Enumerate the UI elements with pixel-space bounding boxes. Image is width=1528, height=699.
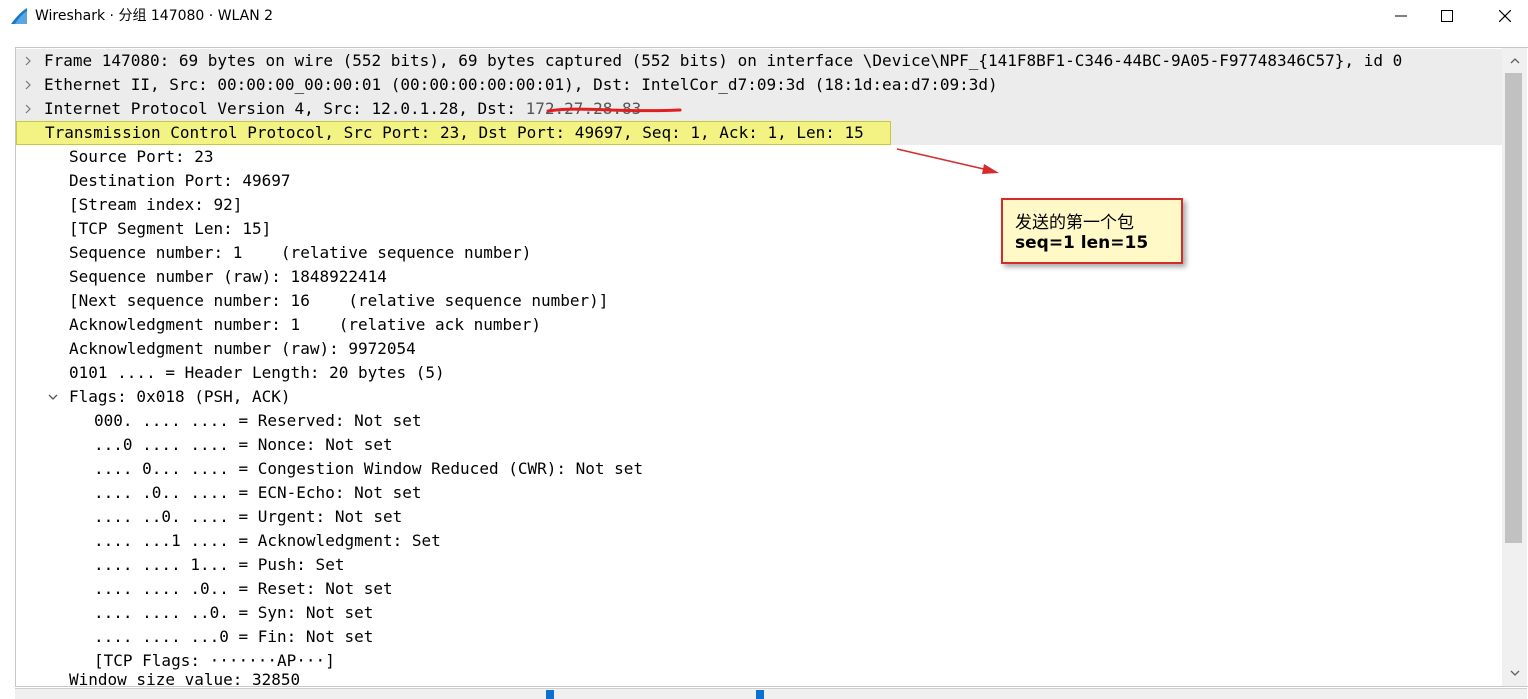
flag-field-row[interactable]: 000. .... .... = Reserved: Not set <box>16 409 1502 433</box>
tcp-field-text: Acknowledgment number: 1 (relative ack n… <box>69 315 542 334</box>
tcp-field-text: [TCP Segment Len: 15] <box>69 219 272 238</box>
maximize-button[interactable] <box>1424 0 1470 32</box>
chevron-right-icon[interactable] <box>21 73 35 97</box>
tcp-field-row[interactable]: Sequence number (raw): 1848922414 <box>16 265 1502 289</box>
flag-field-row[interactable]: .... ..0. .... = Urgent: Not set <box>16 505 1502 529</box>
tcp-field-row[interactable]: [TCP Segment Len: 15] <box>16 217 1502 241</box>
flag-field-text: .... .0.. .... = ECN-Echo: Not set <box>94 483 422 502</box>
tree-row-frame[interactable]: Frame 147080: 69 bytes on wire (552 bits… <box>16 49 1502 73</box>
chevron-down-icon[interactable] <box>46 385 60 409</box>
tcp-field-text: 0101 .... = Header Length: 20 bytes (5) <box>69 363 445 382</box>
minimize-icon <box>1395 15 1407 17</box>
flag-field-row[interactable]: ...0 .... .... = Nonce: Not set <box>16 433 1502 457</box>
tcp-field-row[interactable]: Sequence number: 1 (relative sequence nu… <box>16 241 1502 265</box>
maximize-icon <box>1441 10 1453 22</box>
scroll-up-icon[interactable] <box>1502 50 1527 72</box>
flag-field-text: .... ...1 .... = Acknowledgment: Set <box>94 531 441 550</box>
flag-field-text: .... .... 1... = Push: Set <box>94 555 345 574</box>
close-icon <box>1499 10 1511 22</box>
tcp-field-row[interactable]: [Stream index: 92] <box>16 193 1502 217</box>
flag-field-text: .... 0... .... = Congestion Window Reduc… <box>94 459 644 478</box>
close-button[interactable] <box>1482 0 1528 32</box>
flag-field-row[interactable]: .... .... .0.. = Reset: Not set <box>16 577 1502 601</box>
tcp-field-row[interactable]: 0101 .... = Header Length: 20 bytes (5) <box>16 361 1502 385</box>
title-bar: Wireshark · 分组 147080 · WLAN 2 <box>0 0 1528 32</box>
tcp-field-text: [Stream index: 92] <box>69 195 243 214</box>
chevron-right-icon[interactable] <box>21 49 35 73</box>
tree-row-ip[interactable]: Internet Protocol Version 4, Src: 12.0.1… <box>16 97 1502 121</box>
frame-summary: Frame 147080: 69 bytes on wire (552 bits… <box>44 51 1403 70</box>
ip-redacted-address: 172.27.28.83 <box>525 99 642 118</box>
tcp-field-row[interactable]: [Next sequence number: 16 (relative sequ… <box>16 289 1502 313</box>
packet-details-tree[interactable]: Frame 147080: 69 bytes on wire (552 bits… <box>15 47 1528 687</box>
bytes-pane-divider[interactable] <box>15 688 1527 699</box>
flag-field-text: 000. .... .... = Reserved: Not set <box>94 411 422 430</box>
wireshark-fin-icon <box>11 8 27 24</box>
window-title: Wireshark · 分组 147080 · WLAN 2 <box>35 8 274 24</box>
window-size-row: Window size value: 32850 <box>69 673 301 685</box>
flag-field-row[interactable]: .... .... ...0 = Fin: Not set <box>16 625 1502 649</box>
tcp-field-row[interactable]: Destination Port: 49697 <box>16 169 1502 193</box>
flag-field-row[interactable]: [TCP Flags: ·······AP···] <box>16 649 1502 673</box>
scroll-down-icon[interactable] <box>1502 662 1527 684</box>
flag-field-text: .... ..0. .... = Urgent: Not set <box>94 507 403 526</box>
tcp-summary: Transmission Control Protocol, Src Port:… <box>16 121 891 145</box>
tree-row-ethernet[interactable]: Ethernet II, Src: 00:00:00_00:00:01 (00:… <box>16 73 1502 97</box>
scrollbar-thumb[interactable] <box>1505 73 1522 543</box>
tcp-field-row[interactable]: Acknowledgment number: 1 (relative ack n… <box>16 313 1502 337</box>
tcp-field-text: Sequence number (raw): 1848922414 <box>69 267 387 286</box>
tcp-field-row[interactable]: Acknowledgment number (raw): 9972054 <box>16 337 1502 361</box>
tcp-field-text: Destination Port: 49697 <box>69 171 291 190</box>
tree-row-cut[interactable]: Window size value: 32850 <box>16 673 1502 685</box>
tcp-field-text: [Next sequence number: 16 (relative sequ… <box>69 291 609 310</box>
flags-summary: Flags: 0x018 (PSH, ACK) <box>69 387 291 406</box>
flag-field-text: [TCP Flags: ·······AP···] <box>94 651 335 670</box>
flag-field-row[interactable]: .... ...1 .... = Acknowledgment: Set <box>16 529 1502 553</box>
ip-summary: Internet Protocol Version 4, Src: 12.0.1… <box>44 99 526 118</box>
annotation-line-2: seq=1 len=15 <box>1015 233 1149 253</box>
flag-field-text: .... .... .0.. = Reset: Not set <box>94 579 393 598</box>
annotation-line-1: 发送的第一个包 <box>1015 213 1134 233</box>
chevron-right-icon[interactable] <box>21 97 35 121</box>
minimize-button[interactable] <box>1378 0 1424 32</box>
vertical-scrollbar[interactable] <box>1502 48 1527 686</box>
tcp-field-row[interactable]: Source Port: 23 <box>16 145 1502 169</box>
flag-field-row[interactable]: .... 0... .... = Congestion Window Reduc… <box>16 457 1502 481</box>
flag-field-row[interactable]: .... .... 1... = Push: Set <box>16 553 1502 577</box>
tcp-field-text: Acknowledgment number (raw): 9972054 <box>69 339 416 358</box>
flag-field-text: .... .... ...0 = Fin: Not set <box>94 627 374 646</box>
flag-field-row[interactable]: .... .0.. .... = ECN-Echo: Not set <box>16 481 1502 505</box>
tcp-field-text: Source Port: 23 <box>69 147 214 166</box>
flag-field-row[interactable]: .... .... ..0. = Syn: Not set <box>16 601 1502 625</box>
tree-row-tcp[interactable]: Transmission Control Protocol, Src Port:… <box>16 121 1502 145</box>
annotation-callout: 发送的第一个包 seq=1 len=15 <box>1001 198 1183 264</box>
flag-field-text: .... .... ..0. = Syn: Not set <box>94 603 374 622</box>
tree-row-flags[interactable]: Flags: 0x018 (PSH, ACK) <box>16 385 1502 409</box>
ethernet-summary: Ethernet II, Src: 00:00:00_00:00:01 (00:… <box>44 75 998 94</box>
flag-field-text: ...0 .... .... = Nonce: Not set <box>94 435 393 454</box>
tcp-field-text: Sequence number: 1 (relative sequence nu… <box>69 243 532 262</box>
